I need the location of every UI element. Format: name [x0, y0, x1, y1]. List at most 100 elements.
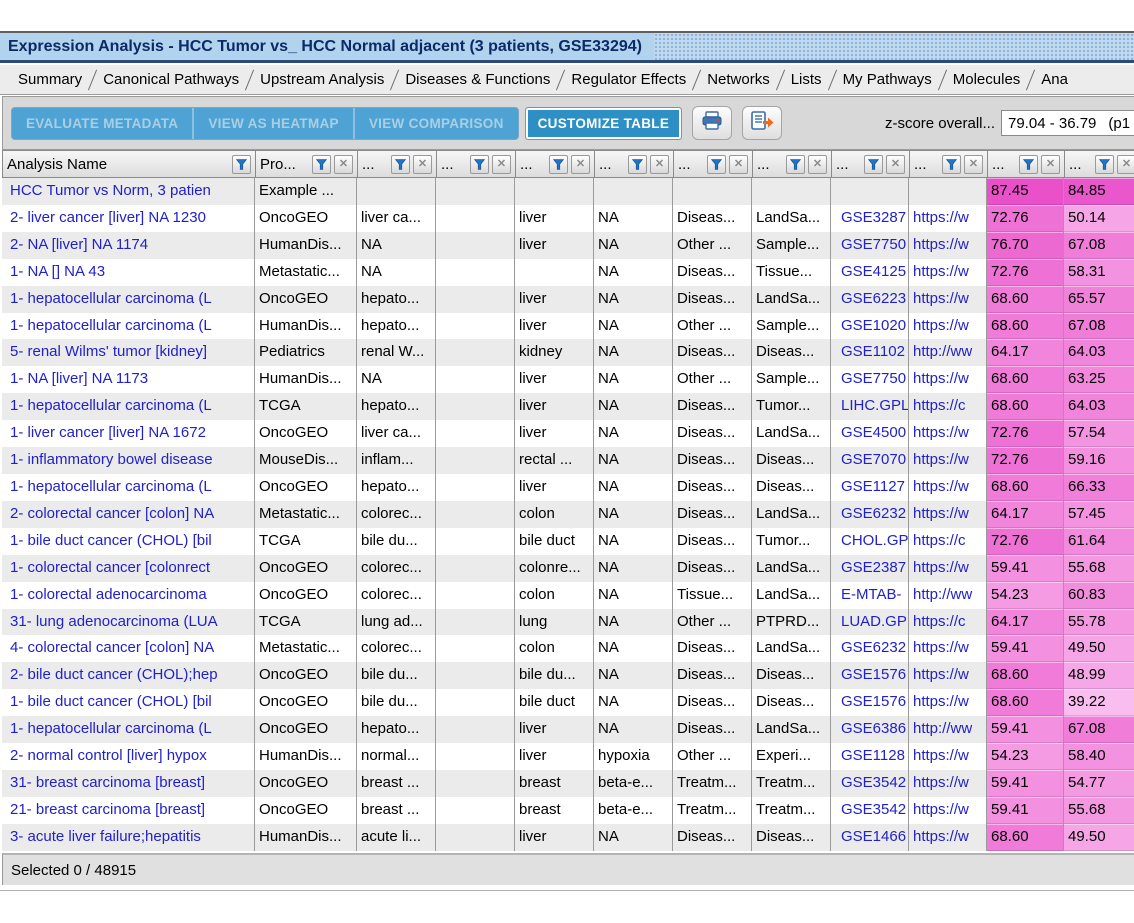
cell-analysis-name[interactable]: 1- hepatocellular carcinoma (L	[2, 716, 255, 743]
cell-dataset-url[interactable]: https://w	[909, 232, 987, 259]
table-row[interactable]: 1- inflammatory bowel diseaseMouseDis...…	[2, 447, 1134, 474]
cell-dataset-url[interactable]: http://ww	[909, 716, 987, 743]
cell-analysis-name[interactable]: 2- liver cancer [liver] NA 1230	[2, 205, 255, 232]
cell-dataset-url[interactable]: https://w	[909, 689, 987, 716]
table-row[interactable]: 2- colorectal cancer [colon] NAMetastati…	[2, 501, 1134, 528]
cell-analysis-name[interactable]: 1- colorectal adenocarcinoma	[2, 582, 255, 609]
cell-analysis-name[interactable]: 3- acute liver failure;hepatitis	[2, 824, 255, 851]
table-row[interactable]: 1- colorectal adenocarcinomaOncoGEOcolor…	[2, 582, 1134, 609]
cell-analysis-name[interactable]: 1- hepatocellular carcinoma (L	[2, 393, 255, 420]
evaluate-metadata-button[interactable]: EVALUATE METADATA	[12, 108, 194, 139]
cell-dataset-id[interactable]: GSE6386	[831, 716, 909, 743]
cell-dataset-id[interactable]: GSE3542	[831, 797, 909, 824]
cell-dataset-url[interactable]: https://w	[909, 770, 987, 797]
cell-analysis-name[interactable]: 2- colorectal cancer [colon] NA	[2, 501, 255, 528]
cell-dataset-url[interactable]: http://ww	[909, 582, 987, 609]
cell-dataset-id[interactable]: GSE7070	[831, 447, 909, 474]
cell-dataset-id[interactable]: GSE1576	[831, 689, 909, 716]
view-as-heatmap-button[interactable]: VIEW AS HEATMAP	[194, 108, 355, 139]
cell-analysis-name[interactable]: 1- colorectal cancer [colonrect	[2, 555, 255, 582]
cell-analysis-name[interactable]: 1- hepatocellular carcinoma (L	[2, 286, 255, 313]
tab-my-pathways[interactable]: My Pathways	[833, 67, 942, 92]
table-row[interactable]: 2- liver cancer [liver] NA 1230OncoGEOli…	[2, 205, 1134, 232]
cell-analysis-name[interactable]: 2- normal control [liver] hypox	[2, 743, 255, 770]
cell-analysis-name[interactable]: 2- NA [liver] NA 1174	[2, 232, 255, 259]
cell-dataset-id[interactable]: GSE4500	[831, 420, 909, 447]
tab-lists[interactable]: Lists	[781, 67, 832, 92]
tab-regulator-effects[interactable]: Regulator Effects	[561, 67, 696, 92]
cell-dataset-id[interactable]: GSE3542	[831, 770, 909, 797]
cell-dataset-id[interactable]: GSE6223	[831, 286, 909, 313]
cell-analysis-name[interactable]: 2- bile duct cancer (CHOL);hep	[2, 662, 255, 689]
column-header-4[interactable]: ...✕	[515, 150, 594, 178]
zscore-sort-label[interactable]: z-score overall...	[885, 115, 995, 132]
column-header-6[interactable]: ...✕	[673, 150, 752, 178]
cell-dataset-url[interactable]: https://w	[909, 662, 987, 689]
filter-funnel-icon[interactable]	[232, 155, 251, 174]
filter-funnel-icon[interactable]	[1019, 155, 1038, 174]
cell-dataset-id[interactable]: GSE6232	[831, 635, 909, 662]
cell-dataset-url[interactable]: http://ww	[909, 339, 987, 366]
cell-dataset-id[interactable]: LUAD.GP	[831, 609, 909, 636]
cell-dataset-id[interactable]: GSE1128	[831, 743, 909, 770]
cell-dataset-id[interactable]: GSE6232	[831, 501, 909, 528]
cell-analysis-name[interactable]: 21- breast carcinoma [breast]	[2, 797, 255, 824]
cell-analysis-name[interactable]: 5- renal Wilms' tumor [kidney]	[2, 339, 255, 366]
remove-column-icon[interactable]: ✕	[334, 155, 353, 174]
table-row[interactable]: HCC Tumor vs Norm, 3 patienExample ...87…	[2, 178, 1134, 205]
cell-dataset-id[interactable]: E-MTAB-	[831, 582, 909, 609]
column-header-analysis-name[interactable]: Analysis Name	[2, 150, 255, 178]
cell-analysis-name[interactable]: 31- lung adenocarcinoma (LUA	[2, 609, 255, 636]
cell-analysis-name[interactable]: 1- inflammatory bowel disease	[2, 447, 255, 474]
table-row[interactable]: 2- NA [liver] NA 1174HumanDis...NAliverN…	[2, 232, 1134, 259]
cell-analysis-name[interactable]: 1- NA [liver] NA 1173	[2, 366, 255, 393]
cell-dataset-url[interactable]: https://w	[909, 313, 987, 340]
table-row[interactable]: 1- NA [liver] NA 1173HumanDis...NAliverN…	[2, 366, 1134, 393]
tab-upstream-analysis[interactable]: Upstream Analysis	[250, 67, 394, 92]
customize-table-button[interactable]: CUSTOMIZE TABLE	[525, 107, 683, 140]
table-body[interactable]: HCC Tumor vs Norm, 3 patienExample ...87…	[2, 178, 1134, 851]
table-row[interactable]: 1- hepatocellular carcinoma (LOncoGEOhep…	[2, 286, 1134, 313]
cell-dataset-id[interactable]: GSE2387	[831, 555, 909, 582]
cell-dataset-url[interactable]: https://w	[909, 259, 987, 286]
cell-dataset-url[interactable]: https://w	[909, 743, 987, 770]
cell-dataset-id[interactable]: GSE3287	[831, 205, 909, 232]
remove-column-icon[interactable]: ✕	[964, 155, 983, 174]
cell-dataset-url[interactable]: https://w	[909, 447, 987, 474]
filter-funnel-icon[interactable]	[549, 155, 568, 174]
cell-dataset-url[interactable]: https://c	[909, 609, 987, 636]
remove-column-icon[interactable]: ✕	[413, 155, 432, 174]
column-header-7[interactable]: ...✕	[752, 150, 831, 178]
filter-funnel-icon[interactable]	[391, 155, 410, 174]
filter-funnel-icon[interactable]	[1095, 155, 1114, 174]
column-header-2[interactable]: ...✕	[357, 150, 436, 178]
table-row[interactable]: 21- breast carcinoma [breast]OncoGEObrea…	[2, 797, 1134, 824]
cell-analysis-name[interactable]: 1- NA [] NA 43	[2, 259, 255, 286]
cell-analysis-name[interactable]: 31- breast carcinoma [breast]	[2, 770, 255, 797]
tab-networks[interactable]: Networks	[697, 67, 780, 92]
table-row[interactable]: 1- hepatocellular carcinoma (LHumanDis..…	[2, 313, 1134, 340]
cell-analysis-name[interactable]: 4- colorectal cancer [colon] NA	[2, 635, 255, 662]
tab-summary[interactable]: Summary	[8, 67, 92, 92]
cell-dataset-url[interactable]: https://w	[909, 474, 987, 501]
column-header-1[interactable]: Pro...✕	[255, 150, 357, 178]
tab-diseases-functions[interactable]: Diseases & Functions	[395, 67, 560, 92]
remove-column-icon[interactable]: ✕	[808, 155, 827, 174]
cell-dataset-id[interactable]: GSE7750	[831, 366, 909, 393]
window-title-bar[interactable]: Expression Analysis - HCC Tumor vs_ HCC …	[0, 31, 1134, 63]
zscore-range-box[interactable]: 79.04 - 36.79 (p1 of 24	[1001, 110, 1134, 136]
table-row[interactable]: 2- normal control [liver] hypoxHumanDis.…	[2, 743, 1134, 770]
table-row[interactable]: 4- colorectal cancer [colon] NAMetastati…	[2, 635, 1134, 662]
cell-dataset-id[interactable]: GSE4125	[831, 259, 909, 286]
remove-column-icon[interactable]: ✕	[492, 155, 511, 174]
remove-column-icon[interactable]: ✕	[571, 155, 590, 174]
table-row[interactable]: 1- liver cancer [liver] NA 1672OncoGEOli…	[2, 420, 1134, 447]
column-header-11[interactable]: ...✕	[1064, 150, 1134, 178]
column-header-5[interactable]: ...✕	[594, 150, 673, 178]
cell-dataset-url[interactable]: https://c	[909, 393, 987, 420]
table-row[interactable]: 3- acute liver failure;hepatitisHumanDis…	[2, 824, 1134, 851]
table-row[interactable]: 1- hepatocellular carcinoma (LOncoGEOhep…	[2, 716, 1134, 743]
cell-dataset-id[interactable]: GSE1102	[831, 339, 909, 366]
column-header-3[interactable]: ...✕	[436, 150, 515, 178]
cell-dataset-id[interactable]: CHOL.GP	[831, 528, 909, 555]
